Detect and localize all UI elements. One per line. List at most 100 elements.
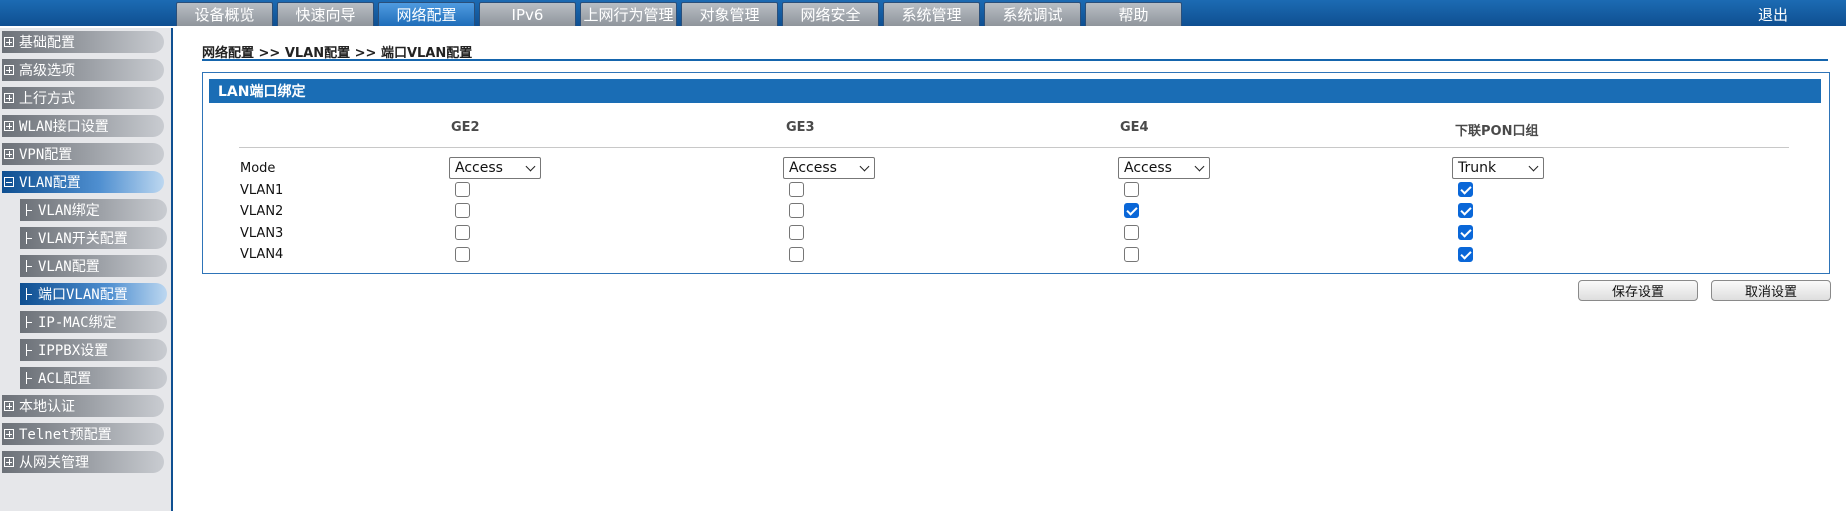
vlan3-ge2-checkbox[interactable] <box>455 225 470 240</box>
vlan4-label: VLAN4 <box>240 247 284 262</box>
tree-branch-icon <box>24 232 34 244</box>
vlan3-pon-checkbox[interactable] <box>1458 225 1473 240</box>
vlan3-ge4-checkbox[interactable] <box>1124 225 1139 240</box>
expand-icon <box>4 429 14 439</box>
vlan2-pon-checkbox[interactable] <box>1458 203 1473 218</box>
expand-icon <box>4 401 14 411</box>
sidebar-item-ip-mac-binding[interactable]: IP-MAC绑定 <box>20 311 167 333</box>
tab-object-management[interactable]: 对象管理 <box>681 2 778 26</box>
column-header-ge2: GE2 <box>451 120 480 135</box>
sidebar-item-label: IP-MAC绑定 <box>38 315 117 331</box>
mode-select-ge4[interactable]: Access <box>1118 157 1210 179</box>
tab-quick-wizard[interactable]: 快速向导 <box>277 2 374 26</box>
tree-branch-icon <box>24 344 34 356</box>
sidebar-item-port-vlan-config[interactable]: 端口VLAN配置 <box>20 283 167 305</box>
chevron-down-icon <box>525 161 536 172</box>
sidebar-item-uplink-mode[interactable]: 上行方式 <box>2 87 164 109</box>
tree-branch-icon <box>24 204 34 216</box>
mode-select-pon-group[interactable]: Trunk <box>1452 157 1544 179</box>
expand-icon <box>4 37 14 47</box>
mode-label: Mode <box>240 161 276 176</box>
save-settings-button[interactable]: 保存设置 <box>1578 280 1698 301</box>
sidebar-item-acl-config[interactable]: ACL配置 <box>20 367 167 389</box>
vlan4-ge2-checkbox[interactable] <box>455 247 470 262</box>
mode-select-ge2[interactable]: Access <box>449 157 541 179</box>
logout-link[interactable]: 退出 <box>1758 4 1788 25</box>
tab-device-overview[interactable]: 设备概览 <box>176 2 273 26</box>
chevron-down-icon <box>859 161 870 172</box>
vlan1-pon-checkbox[interactable] <box>1458 182 1473 197</box>
sidebar-item-label: VLAN配置 <box>19 175 81 191</box>
expand-icon <box>4 65 14 75</box>
vlan2-ge4-checkbox[interactable] <box>1124 203 1139 218</box>
sidebar: 基础配置 高级选项 上行方式 WLAN接口设置 VPN配置 VLAN配置 VLA… <box>0 28 173 511</box>
sidebar-item-label: VLAN开关配置 <box>38 231 128 247</box>
vlan2-label: VLAN2 <box>240 204 284 219</box>
sidebar-item-label: 端口VLAN配置 <box>38 287 128 303</box>
tab-ipv6[interactable]: IPv6 <box>479 2 576 26</box>
sidebar-item-label: 高级选项 <box>19 63 75 79</box>
cancel-settings-button[interactable]: 取消设置 <box>1711 280 1831 301</box>
collapse-icon <box>4 177 14 187</box>
sidebar-item-basic-config[interactable]: 基础配置 <box>2 31 164 53</box>
sidebar-item-vpn-config[interactable]: VPN配置 <box>2 143 164 165</box>
sidebar-item-vlan-switch-config[interactable]: VLAN开关配置 <box>20 227 167 249</box>
vlan4-ge4-checkbox[interactable] <box>1124 247 1139 262</box>
sidebar-item-vlan-config[interactable]: VLAN配置 <box>2 171 164 193</box>
sidebar-item-advanced-options[interactable]: 高级选项 <box>2 59 164 81</box>
sidebar-item-label: VLAN配置 <box>38 259 100 275</box>
sidebar-item-label: WLAN接口设置 <box>19 119 109 135</box>
sidebar-item-label: 基础配置 <box>19 35 75 51</box>
sidebar-item-label: 上行方式 <box>19 91 75 107</box>
tab-system-management[interactable]: 系统管理 <box>883 2 980 26</box>
lan-port-binding-panel: LAN端口绑定 GE2 GE3 GE4 下联PON口组 Mode Access … <box>202 72 1830 274</box>
expand-icon <box>4 93 14 103</box>
tab-internet-behavior[interactable]: 上网行为管理 <box>580 2 677 26</box>
column-header-pon-group: 下联PON口组 <box>1455 124 1539 139</box>
sidebar-item-wlan-interface[interactable]: WLAN接口设置 <box>2 115 164 137</box>
vlan2-ge3-checkbox[interactable] <box>789 203 804 218</box>
vlan2-ge2-checkbox[interactable] <box>455 203 470 218</box>
vlan3-label: VLAN3 <box>240 226 284 241</box>
column-header-ge3: GE3 <box>786 120 815 135</box>
sidebar-item-local-auth[interactable]: 本地认证 <box>2 395 164 417</box>
tree-branch-icon <box>24 288 34 300</box>
tab-system-debug[interactable]: 系统调试 <box>984 2 1081 26</box>
vlan4-ge3-checkbox[interactable] <box>789 247 804 262</box>
select-value: Trunk <box>1458 160 1497 176</box>
sidebar-item-vlan-settings[interactable]: VLAN配置 <box>20 255 167 277</box>
tree-branch-icon <box>24 316 34 328</box>
vlan1-ge2-checkbox[interactable] <box>455 182 470 197</box>
expand-icon <box>4 121 14 131</box>
panel-title: LAN端口绑定 <box>209 79 1821 103</box>
top-nav-bar: 设备概览 快速向导 网络配置 IPv6 上网行为管理 对象管理 网络安全 系统管… <box>0 0 1846 26</box>
tab-network-config[interactable]: 网络配置 <box>378 2 475 26</box>
main-nav: 设备概览 快速向导 网络配置 IPv6 上网行为管理 对象管理 网络安全 系统管… <box>176 2 1182 26</box>
tree-branch-icon <box>24 372 34 384</box>
header-divider <box>239 147 1789 148</box>
sidebar-item-slave-gateway[interactable]: 从网关管理 <box>2 451 164 473</box>
column-header-ge4: GE4 <box>1120 120 1149 135</box>
vlan1-label: VLAN1 <box>240 183 284 198</box>
sidebar-item-label: VPN配置 <box>19 147 73 163</box>
vlan1-ge3-checkbox[interactable] <box>789 182 804 197</box>
select-value: Access <box>455 160 503 176</box>
breadcrumb-divider <box>202 59 1828 61</box>
sidebar-item-label: Telnet预配置 <box>19 427 112 443</box>
sidebar-item-label: 从网关管理 <box>19 455 89 471</box>
sidebar-item-telnet-preconfig[interactable]: Telnet预配置 <box>2 423 164 445</box>
tab-help[interactable]: 帮助 <box>1085 2 1182 26</box>
chevron-down-icon <box>1528 161 1539 172</box>
expand-icon <box>4 149 14 159</box>
mode-select-ge3[interactable]: Access <box>783 157 875 179</box>
sidebar-item-ippbx-settings[interactable]: IPPBX设置 <box>20 339 167 361</box>
select-value: Access <box>1124 160 1172 176</box>
tab-network-security[interactable]: 网络安全 <box>782 2 879 26</box>
chevron-down-icon <box>1194 161 1205 172</box>
vlan3-ge3-checkbox[interactable] <box>789 225 804 240</box>
expand-icon <box>4 457 14 467</box>
sidebar-item-label: IPPBX设置 <box>38 343 109 359</box>
vlan1-ge4-checkbox[interactable] <box>1124 182 1139 197</box>
sidebar-item-vlan-binding[interactable]: VLAN绑定 <box>20 199 167 221</box>
vlan4-pon-checkbox[interactable] <box>1458 247 1473 262</box>
